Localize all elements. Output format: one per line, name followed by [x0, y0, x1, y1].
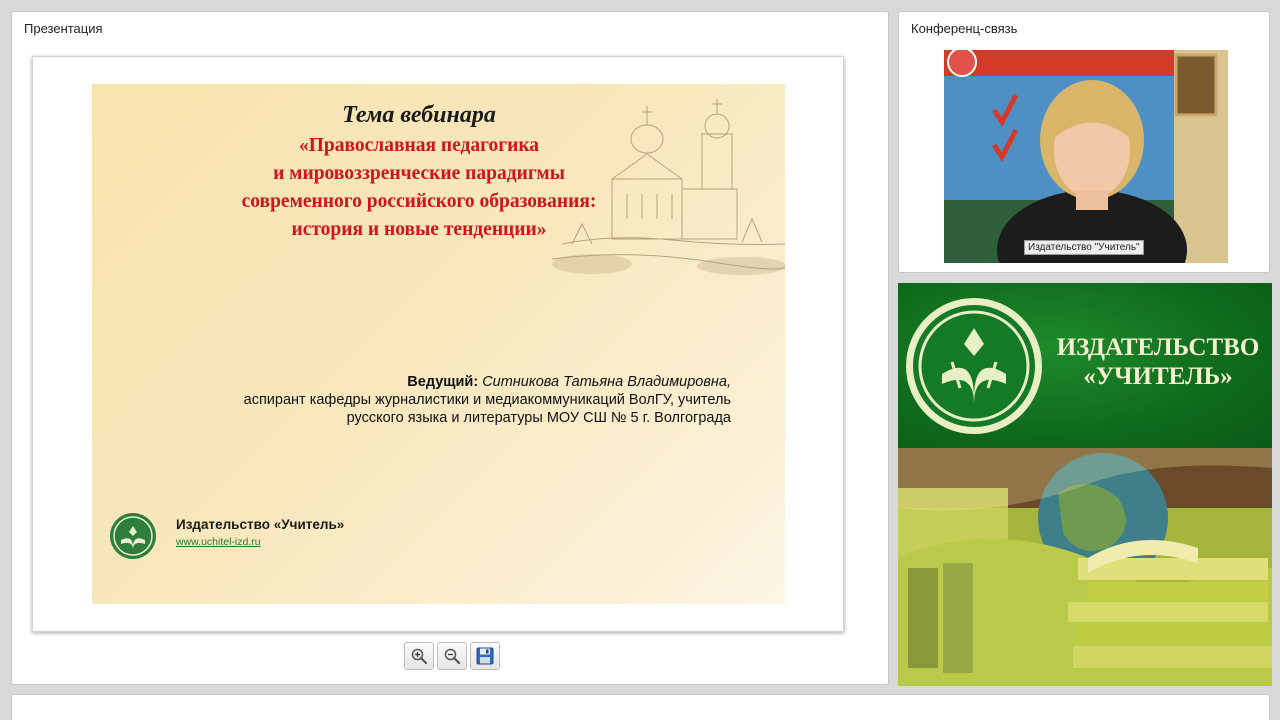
presenter-workplace: русского языка и литературы МОУ СШ № 5 г… [346, 410, 731, 426]
banner-title: ИЗДАТЕЛЬСТВО «УЧИТЕЛЬ» [1056, 334, 1260, 390]
slide-viewer[interactable]: Тема вебинара «Православная педагогика и… [32, 56, 844, 632]
books-globe-image [898, 448, 1272, 686]
publisher-name: Издательство «Учитель» [176, 517, 345, 532]
slide-topic: «Православная педагогика и мировоззренче… [241, 135, 597, 240]
publisher-banner: ИЗДАТЕЛЬСТВО «УЧИТЕЛЬ» [898, 283, 1272, 686]
presentation-panel: Презентация Тема вебинара «Православная … [11, 11, 889, 685]
presenter-position: аспирант кафедры журналистики и медиаком… [243, 392, 731, 408]
presenter-label: Ведущий: [407, 374, 479, 390]
presentation-toolbar [404, 642, 500, 672]
zoom-in-button[interactable] [404, 642, 434, 670]
publisher-emblem-icon [906, 298, 1042, 434]
presenter-name: Ситникова Татьяна Владимировна, [482, 374, 731, 390]
slide: Тема вебинара «Православная педагогика и… [92, 84, 785, 604]
video-participant-label: Издательство "Учитель" [1024, 240, 1144, 255]
conference-panel-title: Конференц-связь [911, 21, 1018, 36]
publisher-link[interactable]: www.uchitel-izd.ru [176, 536, 261, 548]
publisher-logo-icon [110, 513, 156, 559]
webcam-feed-image [944, 50, 1228, 263]
floppy-disk-icon [476, 647, 494, 665]
save-button[interactable] [470, 642, 500, 670]
conference-panel: Конференц-связь Издательство "Учитель" [898, 11, 1270, 273]
bottom-panel [11, 694, 1270, 720]
presenter-info: Ведущий: Ситникова Татьяна Владимировна,… [171, 373, 731, 427]
webcam-video[interactable]: Издательство "Учитель" [944, 50, 1228, 263]
zoom-out-button[interactable] [437, 642, 467, 670]
presentation-panel-title: Презентация [24, 21, 103, 36]
banner-header: ИЗДАТЕЛЬСТВО «УЧИТЕЛЬ» [898, 283, 1272, 448]
zoom-in-icon [411, 648, 428, 665]
zoom-out-icon [444, 648, 461, 665]
slide-heading: Тема вебинара [342, 102, 496, 128]
